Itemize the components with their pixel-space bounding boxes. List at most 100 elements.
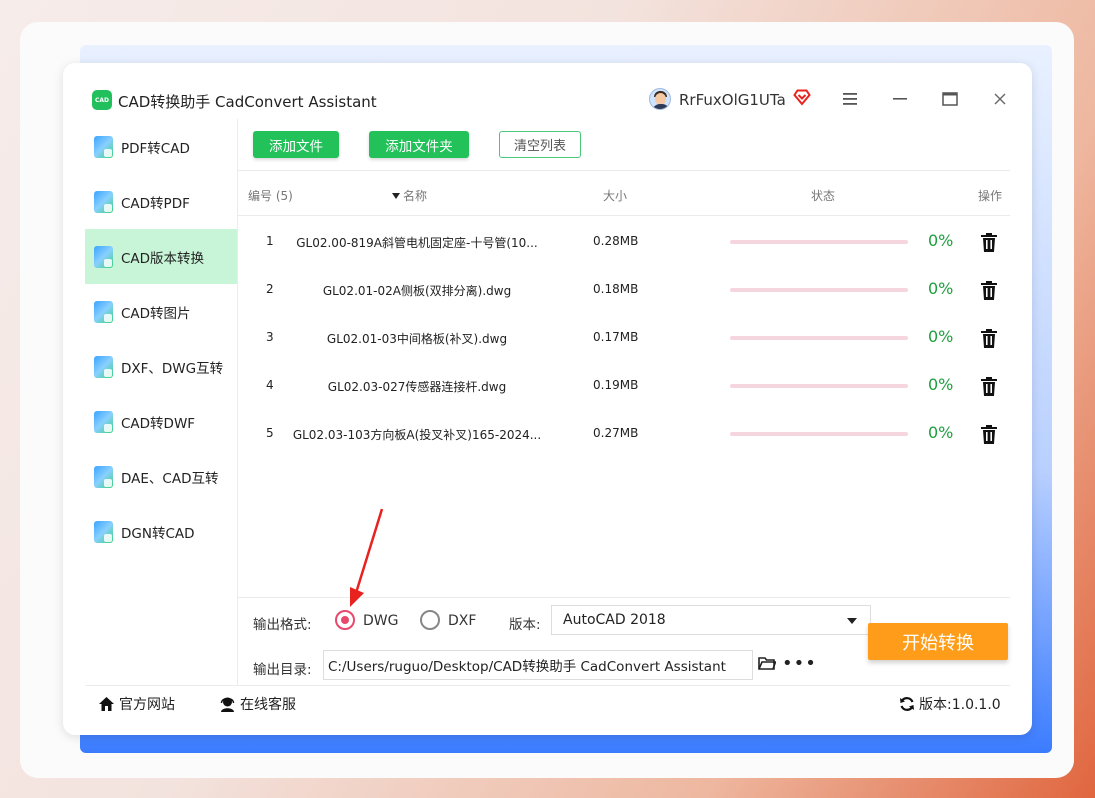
- official-website-label: 官方网站: [119, 697, 175, 713]
- sidebar-item-dgn-to-cad[interactable]: DGN转CAD: [85, 504, 237, 559]
- trash-icon[interactable]: [981, 329, 997, 348]
- row-size: 0.18MB: [593, 282, 639, 296]
- home-icon: [99, 697, 114, 711]
- row-num: 3: [266, 330, 274, 344]
- app-logo-text: CAD: [94, 96, 110, 104]
- app-logo-icon: CAD: [92, 90, 112, 110]
- sidebar-item-dae-cad[interactable]: DAE、CAD互转: [85, 449, 237, 504]
- folder-open-icon[interactable]: [758, 655, 776, 671]
- refresh-icon: [900, 697, 914, 711]
- table-row: 5 GL02.03-103方向板A(投叉补叉)165-2024... 0.27M…: [238, 410, 1010, 458]
- table-row: 2 GL02.01-02A侧板(双排分离).dwg 0.18MB 0%: [238, 266, 1010, 314]
- cad-version-icon: [94, 245, 113, 268]
- header-size: 大小: [603, 189, 628, 203]
- sidebar-item-cad-to-image[interactable]: CAD转图片: [85, 284, 237, 339]
- row-name: GL02.01-03中间格板(补叉).dwg: [326, 332, 508, 346]
- cad-to-image-icon: [94, 300, 113, 323]
- sidebar-item-label: CAD版本转换: [121, 250, 205, 267]
- add-file-button[interactable]: 添加文件: [253, 131, 339, 158]
- clear-list-button[interactable]: 清空列表: [499, 131, 581, 158]
- version-text: 版本:1.0.1.0: [919, 697, 1001, 713]
- app-title: CAD转换助手 CadConvert Assistant: [118, 93, 377, 111]
- sidebar-item-cad-to-pdf[interactable]: CAD转PDF: [85, 174, 237, 229]
- progress-percent: 0%: [928, 423, 954, 442]
- headset-icon: [220, 697, 235, 712]
- sidebar-item-label: DAE、CAD互转: [121, 470, 219, 487]
- version-select-value: AutoCAD 2018: [563, 612, 666, 628]
- header-status: 状态: [811, 189, 836, 203]
- username[interactable]: RrFuxOlG1UTa: [679, 91, 786, 109]
- sidebar-item-cad-to-dwf[interactable]: CAD转DWF: [85, 394, 237, 449]
- trash-icon[interactable]: [981, 281, 997, 300]
- footer-divider: [85, 685, 1010, 686]
- vip-diamond-icon[interactable]: [793, 88, 811, 106]
- row-num: 4: [266, 378, 274, 392]
- dgn-to-cad-icon: [94, 520, 113, 543]
- progress-bar: [730, 336, 908, 340]
- row-name: GL02.01-02A侧板(双排分离).dwg: [322, 284, 512, 298]
- progress-percent: 0%: [928, 375, 954, 394]
- row-size: 0.27MB: [593, 426, 639, 440]
- trash-icon[interactable]: [981, 233, 997, 252]
- row-name: GL02.03-103方向板A(投叉补叉)165-2024...: [292, 428, 542, 442]
- output-dir-input[interactable]: C:/Users/ruguo/Desktop/CAD转换助手 CadConver…: [323, 650, 753, 680]
- online-support-label: 在线客服: [240, 697, 296, 713]
- cad-to-pdf-icon: [94, 190, 113, 213]
- version-select[interactable]: AutoCAD 2018: [551, 605, 871, 635]
- trash-icon[interactable]: [981, 377, 997, 396]
- row-name: GL02.03-027传感器连接杆.dwg: [327, 380, 507, 394]
- sidebar: PDF转CAD CAD转PDF CAD版本转换 CAD转图片 DXF、DWG互转…: [85, 119, 237, 685]
- start-convert-button[interactable]: 开始转换: [868, 623, 1008, 660]
- row-size: 0.19MB: [593, 378, 639, 392]
- row-size: 0.17MB: [593, 330, 639, 344]
- add-folder-button[interactable]: 添加文件夹: [369, 131, 469, 158]
- row-num: 1: [266, 234, 274, 248]
- dae-cad-icon: [94, 465, 113, 488]
- row-num: 5: [266, 426, 274, 440]
- more-options-icon[interactable]: •••: [782, 653, 817, 674]
- sidebar-item-cad-version-convert[interactable]: CAD版本转换: [85, 229, 237, 284]
- row-size: 0.28MB: [593, 234, 639, 248]
- table-row: 1 GL02.00-819A斜管电机固定座-十号管(10... 0.28MB 0…: [238, 218, 1010, 266]
- format-dwg-label[interactable]: DWG: [363, 613, 398, 629]
- sidebar-item-label: CAD转DWF: [121, 415, 196, 432]
- menu-icon[interactable]: [840, 89, 860, 109]
- trash-icon[interactable]: [981, 425, 997, 444]
- version-label: 版本:: [509, 617, 541, 633]
- close-icon[interactable]: [990, 89, 1010, 109]
- header-name[interactable]: 名称: [392, 187, 427, 204]
- sidebar-item-dxf-dwg[interactable]: DXF、DWG互转: [85, 339, 237, 394]
- table-row: 4 GL02.03-027传感器连接杆.dwg 0.19MB 0%: [238, 362, 1010, 410]
- version-info[interactable]: 版本:1.0.1.0: [899, 694, 1001, 714]
- app-window: CAD CAD转换助手 CadConvert Assistant RrFuxOl…: [63, 63, 1032, 735]
- minimize-icon[interactable]: [890, 89, 910, 109]
- title-bar: CAD CAD转换助手 CadConvert Assistant RrFuxOl…: [63, 63, 1032, 119]
- pdf-to-cad-icon: [94, 135, 113, 158]
- output-dir-label: 输出目录:: [253, 662, 312, 678]
- table-row: 3 GL02.01-03中间格板(补叉).dwg 0.17MB 0%: [238, 314, 1010, 362]
- row-name: GL02.00-819A斜管电机固定座-十号管(10...: [296, 236, 538, 250]
- format-dxf-radio[interactable]: [420, 610, 440, 630]
- dxf-dwg-icon: [94, 355, 113, 378]
- header-name-label: 名称: [403, 189, 428, 203]
- avatar[interactable]: [649, 88, 671, 110]
- progress-bar: [730, 288, 908, 292]
- sidebar-item-label: PDF转CAD: [121, 140, 190, 157]
- progress-percent: 0%: [928, 231, 954, 250]
- progress-percent: 0%: [928, 279, 954, 298]
- maximize-icon[interactable]: [940, 89, 960, 109]
- sidebar-item-label: DGN转CAD: [121, 525, 195, 542]
- table-header: 编号 (5) 名称 大小 状态 操作: [238, 170, 1010, 216]
- sort-down-icon: [392, 193, 400, 199]
- official-website-link[interactable]: 官方网站: [98, 694, 175, 714]
- sidebar-item-pdf-to-cad[interactable]: PDF转CAD: [85, 119, 237, 174]
- online-support-link[interactable]: 在线客服: [219, 694, 296, 714]
- cad-to-dwf-icon: [94, 410, 113, 433]
- sidebar-item-label: DXF、DWG互转: [121, 360, 224, 377]
- chevron-down-icon: [847, 618, 857, 624]
- output-format-label: 输出格式:: [253, 617, 312, 633]
- annotation-arrow-icon: [350, 508, 384, 607]
- format-dxf-label[interactable]: DXF: [448, 613, 476, 629]
- sidebar-item-label: CAD转PDF: [121, 195, 190, 212]
- sidebar-item-label: CAD转图片: [121, 305, 191, 322]
